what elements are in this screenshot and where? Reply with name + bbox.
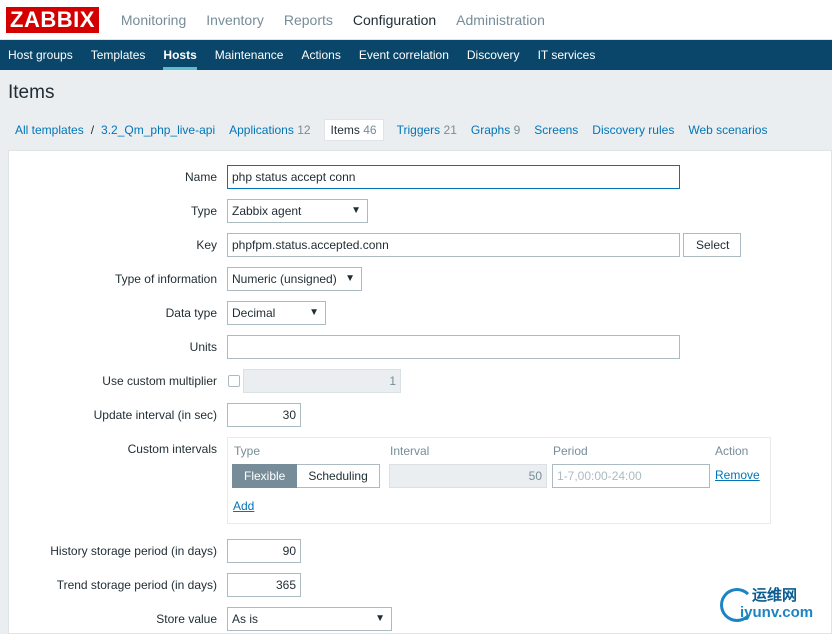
name-input[interactable]: php status accept conn <box>227 165 680 189</box>
tab-graphs-label: Graphs <box>470 123 511 137</box>
chevron-down-icon: ▼ <box>309 307 319 318</box>
item-form: Name php status accept conn Type Zabbix … <box>8 150 832 634</box>
tab-graphs[interactable]: Graphs 9 <box>464 123 527 137</box>
tab-applications-count: 12 <box>297 123 311 137</box>
tab-items-label: Items <box>330 123 360 137</box>
info-type-label: Type of information <box>114 272 217 286</box>
subnav-hosts[interactable]: Hosts <box>155 40 206 70</box>
trend-input[interactable]: 365 <box>227 573 301 597</box>
row-multiplier: Use custom multiplier 1 <box>9 369 831 393</box>
type-select-value: Zabbix agent <box>232 204 302 218</box>
tab-triggers-count: 21 <box>443 123 457 137</box>
tab-web-scenarios[interactable]: Web scenarios <box>681 123 774 137</box>
tab-applications-label: Applications <box>229 123 294 137</box>
tab-items[interactable]: Items 46 <box>323 119 384 141</box>
row-trend: Trend storage period (in days) 365 <box>9 573 831 597</box>
nav-configuration[interactable]: Configuration <box>343 12 446 28</box>
ci-remove-link[interactable]: Remove <box>715 468 760 482</box>
units-label: Units <box>189 340 217 354</box>
ci-interval-input[interactable]: 50 <box>389 464 547 488</box>
watermark-en: iyunv.com <box>740 604 814 621</box>
data-type-select[interactable]: Decimal ▼ <box>227 301 326 325</box>
ci-header-interval: Interval <box>390 444 430 458</box>
subnav-event-correlation[interactable]: Event correlation <box>351 40 459 70</box>
subnav-maintenance[interactable]: Maintenance <box>207 40 294 70</box>
row-key: Key phpfpm.status.accepted.conn Select <box>9 233 831 257</box>
tab-discovery-rules[interactable]: Discovery rules <box>585 123 681 137</box>
row-data-type: Data type Decimal ▼ <box>9 301 831 325</box>
subnav-discovery[interactable]: Discovery <box>459 40 530 70</box>
subnav-actions[interactable]: Actions <box>293 40 350 70</box>
custom-intervals-label: Custom intervals <box>127 442 217 456</box>
tab-triggers[interactable]: Triggers 21 <box>390 123 464 137</box>
store-value-value: As is <box>232 612 259 626</box>
crumb-all-templates[interactable]: All templates <box>8 123 91 137</box>
chevron-down-icon: ▼ <box>375 613 385 624</box>
store-value-select[interactable]: As is ▼ <box>227 607 392 631</box>
subnav-templates[interactable]: Templates <box>83 40 156 70</box>
chevron-down-icon: ▼ <box>351 205 361 216</box>
update-interval-input[interactable]: 30 <box>227 403 301 427</box>
chevron-down-icon: ▼ <box>345 273 355 284</box>
tab-graphs-count: 9 <box>513 123 521 137</box>
store-value-label: Store value <box>156 612 217 626</box>
multiplier-label: Use custom multiplier <box>102 374 217 388</box>
info-type-select[interactable]: Numeric (unsigned) ▼ <box>227 267 362 291</box>
page-title: Items <box>8 82 55 103</box>
name-label: Name <box>184 170 217 184</box>
row-type: Type Zabbix agent ▼ <box>9 199 831 223</box>
watermark: 运维网 iyunv.com <box>716 584 826 628</box>
nav-inventory[interactable]: Inventory <box>196 12 274 28</box>
watermark-cn: 运维网 <box>752 586 798 604</box>
subnav-host-groups[interactable]: Host groups <box>0 40 83 70</box>
ci-add-link[interactable]: Add <box>233 499 254 513</box>
top-header: ZABBIX Monitoring Inventory Reports Conf… <box>0 0 832 40</box>
type-label: Type <box>190 204 217 218</box>
ci-scheduling-option[interactable]: Scheduling <box>297 464 380 488</box>
multiplier-checkbox[interactable] <box>228 375 240 387</box>
ci-flexible-option[interactable]: Flexible <box>232 464 298 488</box>
nav-monitoring[interactable]: Monitoring <box>111 12 196 28</box>
ci-period-input[interactable]: 1-7,00:00-24:00 <box>552 464 710 488</box>
tab-applications[interactable]: Applications 12 <box>222 123 317 137</box>
row-update-interval: Update interval (in sec) 30 <box>9 403 831 427</box>
trend-label: Trend storage period (in days) <box>56 578 217 592</box>
update-interval-label: Update interval (in sec) <box>93 408 217 422</box>
crumb-template[interactable]: 3.2_Qm_php_live-api <box>94 123 222 137</box>
main-nav: Monitoring Inventory Reports Configurati… <box>111 12 555 28</box>
history-label: History storage period (in days) <box>50 544 217 558</box>
subnav-it-services[interactable]: IT services <box>530 40 606 70</box>
select-key-button[interactable]: Select <box>683 233 741 257</box>
type-select[interactable]: Zabbix agent ▼ <box>227 199 368 223</box>
key-input[interactable]: phpfpm.status.accepted.conn <box>227 233 680 257</box>
row-name: Name php status accept conn <box>9 165 831 189</box>
ci-header-action: Action <box>715 444 749 458</box>
row-history: History storage period (in days) 90 <box>9 539 831 563</box>
sub-nav: Host groups Templates Hosts Maintenance … <box>0 40 832 70</box>
breadcrumb: All templates / 3.2_Qm_php_live-api Appl… <box>8 118 832 142</box>
tab-screens[interactable]: Screens <box>527 123 585 137</box>
custom-intervals-table: Type Interval Period Action Flexible Sch… <box>227 437 771 524</box>
row-store-value: Store value As is ▼ <box>9 607 831 631</box>
history-input[interactable]: 90 <box>227 539 301 563</box>
key-label: Key <box>196 238 217 252</box>
ci-header-type: Type <box>234 444 261 458</box>
data-type-value: Decimal <box>232 306 276 320</box>
row-units: Units <box>9 335 831 359</box>
nav-administration[interactable]: Administration <box>446 12 555 28</box>
data-type-label: Data type <box>165 306 217 320</box>
units-input[interactable] <box>227 335 680 359</box>
tab-items-count: 46 <box>363 123 377 137</box>
nav-reports[interactable]: Reports <box>274 12 343 28</box>
zabbix-logo[interactable]: ZABBIX <box>6 6 99 33</box>
info-type-value: Numeric (unsigned) <box>232 272 337 286</box>
multiplier-input[interactable]: 1 <box>243 369 401 393</box>
tab-triggers-label: Triggers <box>396 123 441 137</box>
row-info-type: Type of information Numeric (unsigned) ▼ <box>9 267 831 291</box>
ci-type-toggle: Flexible Scheduling <box>232 464 380 488</box>
ci-header-period: Period <box>553 444 588 458</box>
